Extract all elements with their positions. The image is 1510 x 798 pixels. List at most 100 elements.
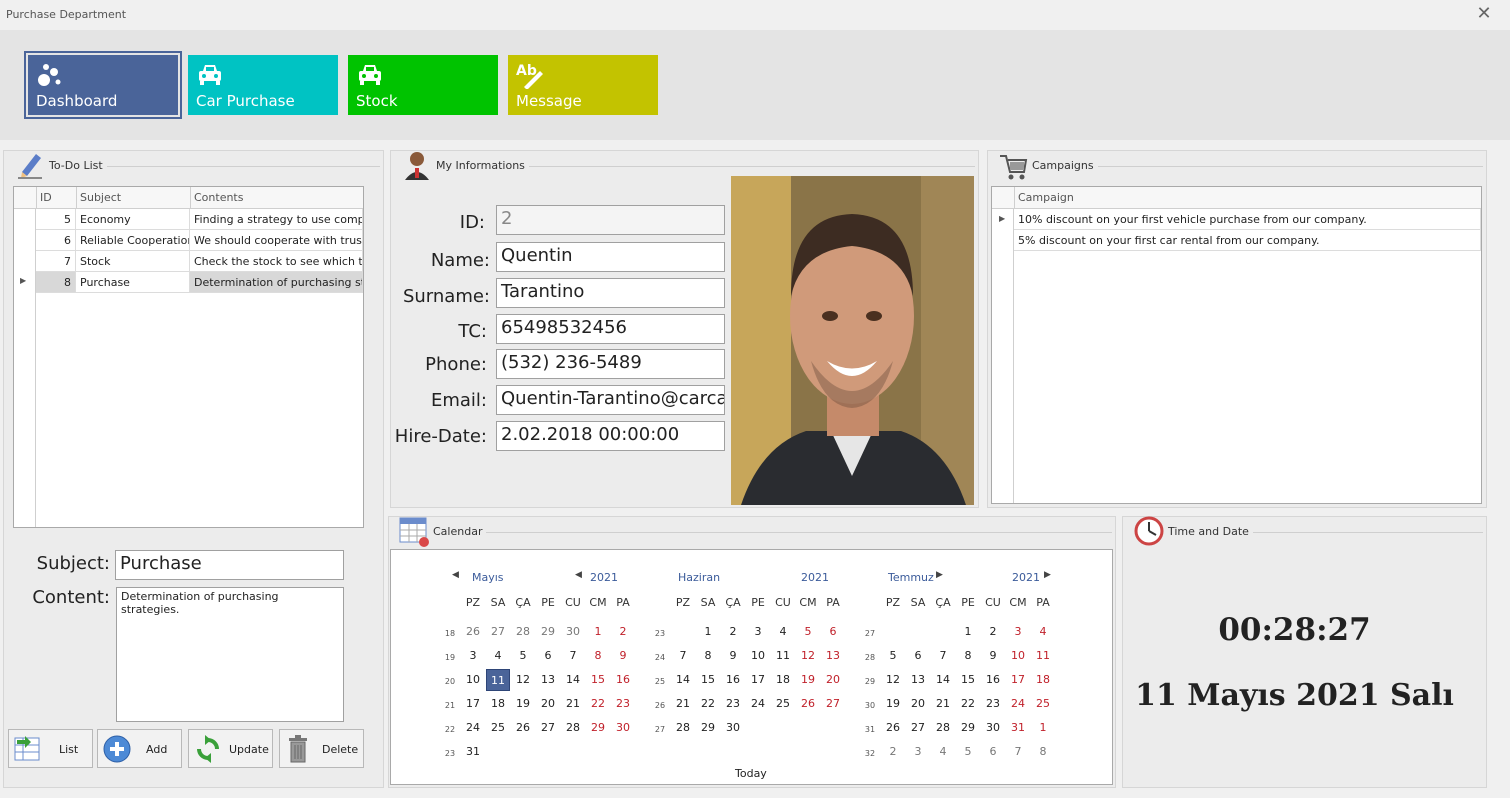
- calendar-day[interactable]: 12: [796, 645, 820, 667]
- calendar-day[interactable]: 17: [746, 669, 770, 691]
- col-header-subject[interactable]: Subject: [80, 191, 121, 204]
- calendar-day[interactable]: 1: [1031, 717, 1055, 739]
- calendar-day[interactable]: 4: [931, 741, 955, 763]
- calendar-day[interactable]: 14: [671, 669, 695, 691]
- calendar-day[interactable]: 5: [956, 741, 980, 763]
- calendar-day[interactable]: 12: [881, 669, 905, 691]
- calendar-day[interactable]: 4: [771, 621, 795, 643]
- calendar-day[interactable]: 25: [771, 693, 795, 715]
- chevron-right-icon[interactable]: ▶: [936, 570, 943, 580]
- calendar-day[interactable]: 8: [956, 645, 980, 667]
- subject-input[interactable]: Purchase: [115, 550, 344, 580]
- calendar-day[interactable]: 25: [1031, 693, 1055, 715]
- calendar-day[interactable]: 9: [611, 645, 635, 667]
- calendar-day[interactable]: 5: [796, 621, 820, 643]
- calendar-day[interactable]: 6: [906, 645, 930, 667]
- calendar-day[interactable]: 10: [1006, 645, 1030, 667]
- calendar-day[interactable]: 20: [821, 669, 845, 691]
- stock-tile[interactable]: Stock: [348, 55, 498, 115]
- chevron-right-icon[interactable]: ▶: [1044, 570, 1051, 580]
- calendar-day[interactable]: 23: [981, 693, 1005, 715]
- calendar-day[interactable]: 24: [1006, 693, 1030, 715]
- calendar-day[interactable]: 22: [696, 693, 720, 715]
- calendar-day[interactable]: 6: [536, 645, 560, 667]
- calendar-day[interactable]: 14: [561, 669, 585, 691]
- calendar-day[interactable]: 30: [561, 621, 585, 643]
- calendar-day[interactable]: 8: [696, 645, 720, 667]
- calendar-day[interactable]: 14: [931, 669, 955, 691]
- name-field[interactable]: Quentin: [496, 242, 725, 272]
- id-field[interactable]: 2: [496, 205, 725, 235]
- calendar-day[interactable]: 10: [746, 645, 770, 667]
- email-field[interactable]: Quentin-Tarantino@carcar: [496, 385, 725, 415]
- calendar-day[interactable]: 13: [821, 645, 845, 667]
- calendar-day[interactable]: 19: [881, 693, 905, 715]
- calendar-day[interactable]: 27: [821, 693, 845, 715]
- dashboard-tile[interactable]: Dashboard: [28, 55, 178, 115]
- calendar-day[interactable]: 4: [486, 645, 510, 667]
- calendar-day[interactable]: 7: [931, 645, 955, 667]
- calendar-day[interactable]: 27: [536, 717, 560, 739]
- calendar-day[interactable]: 1: [956, 621, 980, 643]
- close-button[interactable]: ✕: [1474, 3, 1494, 25]
- calendar-day[interactable]: 16: [611, 669, 635, 691]
- calendar-day[interactable]: 18: [771, 669, 795, 691]
- add-button[interactable]: Add: [97, 729, 182, 768]
- calendar-day[interactable]: 7: [561, 645, 585, 667]
- calendar-day[interactable]: 31: [461, 741, 485, 763]
- calendar-day[interactable]: 31: [1006, 717, 1030, 739]
- calendar-day[interactable]: 30: [611, 717, 635, 739]
- calendar-day[interactable]: 15: [696, 669, 720, 691]
- tc-field[interactable]: 65498532456: [496, 314, 725, 344]
- col-header-id[interactable]: ID: [40, 191, 52, 204]
- calendar-day[interactable]: 9: [721, 645, 745, 667]
- calendar-day[interactable]: 26: [461, 621, 485, 643]
- calendar-day[interactable]: 8: [586, 645, 610, 667]
- calendar-day[interactable]: 9: [981, 645, 1005, 667]
- calendar-day[interactable]: 23: [611, 693, 635, 715]
- col-header-campaign[interactable]: Campaign: [1018, 191, 1074, 204]
- calendar-day[interactable]: 3: [746, 621, 770, 643]
- calendar-day[interactable]: 23: [721, 693, 745, 715]
- calendar-day[interactable]: 2: [611, 621, 635, 643]
- calendar-day[interactable]: 2: [981, 621, 1005, 643]
- message-tile[interactable]: Ab Message: [508, 55, 658, 115]
- calendar-day[interactable]: 25: [486, 717, 510, 739]
- calendar-day[interactable]: 28: [561, 717, 585, 739]
- calendar-day[interactable]: 5: [511, 645, 535, 667]
- calendar-day[interactable]: 17: [1006, 669, 1030, 691]
- calendar-day[interactable]: 22: [956, 693, 980, 715]
- calendar-day[interactable]: 10: [461, 669, 485, 691]
- calendar-day[interactable]: 16: [981, 669, 1005, 691]
- calendar-day[interactable]: 3: [461, 645, 485, 667]
- month-year[interactable]: 2021: [801, 571, 829, 584]
- surname-field[interactable]: Tarantino: [496, 278, 725, 308]
- calendar-day[interactable]: 18: [486, 693, 510, 715]
- calendar-day[interactable]: 29: [586, 717, 610, 739]
- hire-date-field[interactable]: 2.02.2018 00:00:00: [496, 421, 725, 451]
- month-name[interactable]: Temmuz: [888, 571, 934, 584]
- calendar-day[interactable]: 17: [461, 693, 485, 715]
- calendar-day[interactable]: 16: [721, 669, 745, 691]
- calendar-day[interactable]: 3: [1006, 621, 1030, 643]
- calendar-day[interactable]: 26: [511, 717, 535, 739]
- calendar-day[interactable]: 22: [586, 693, 610, 715]
- calendar-day[interactable]: 8: [1031, 741, 1055, 763]
- phone-field[interactable]: (532) 236-5489: [496, 349, 725, 379]
- car-purchase-tile[interactable]: Car Purchase: [188, 55, 338, 115]
- calendar-day[interactable]: 1: [696, 621, 720, 643]
- calendar-day[interactable]: 18: [1031, 669, 1055, 691]
- calendar-day[interactable]: 27: [486, 621, 510, 643]
- calendar-day[interactable]: 2: [721, 621, 745, 643]
- calendar-day[interactable]: 21: [561, 693, 585, 715]
- calendar-day[interactable]: 28: [671, 717, 695, 739]
- calendar-day[interactable]: 15: [956, 669, 980, 691]
- calendar-day[interactable]: 28: [511, 621, 535, 643]
- calendar-day[interactable]: 11: [1031, 645, 1055, 667]
- chevron-left-icon[interactable]: ◀: [452, 570, 459, 580]
- calendar-day[interactable]: 15: [586, 669, 610, 691]
- calendar-day[interactable]: 13: [906, 669, 930, 691]
- today-button[interactable]: Today: [735, 767, 767, 780]
- calendar-day[interactable]: 4: [1031, 621, 1055, 643]
- calendar-day[interactable]: 5: [881, 645, 905, 667]
